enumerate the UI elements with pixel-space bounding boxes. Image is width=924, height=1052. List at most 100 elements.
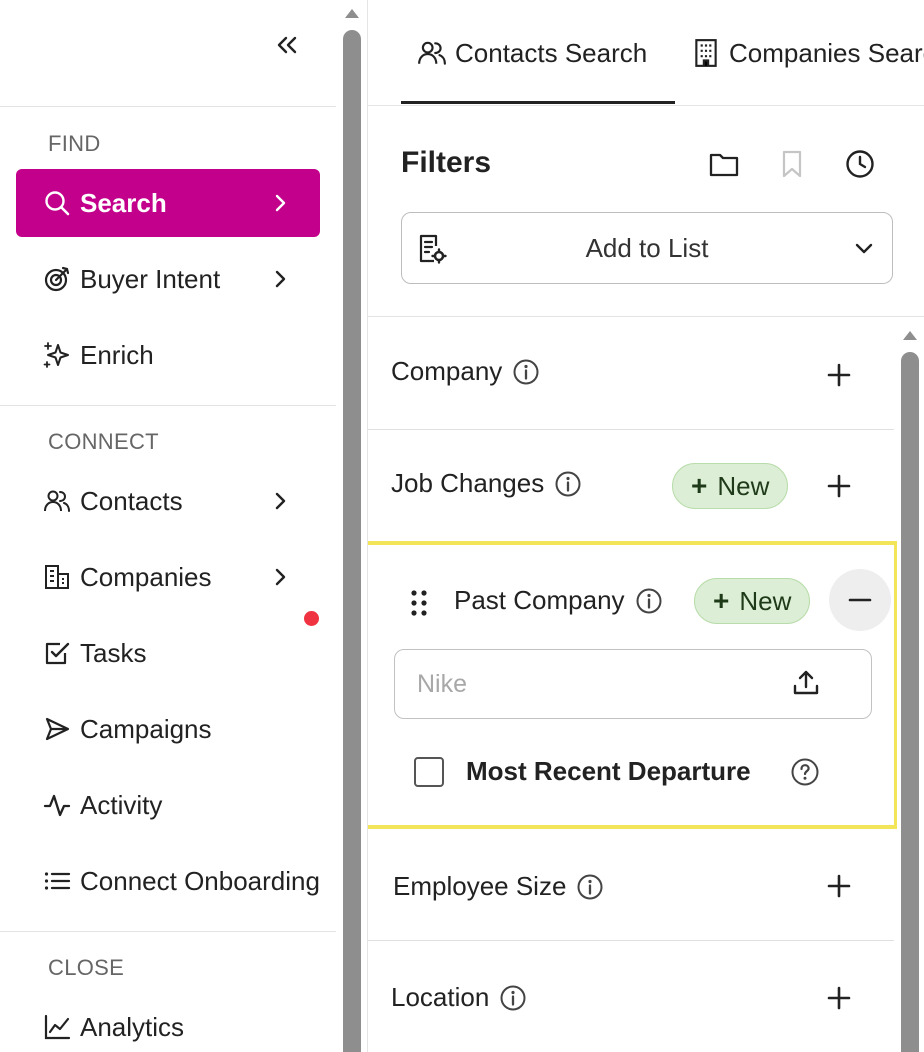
building-icon [691,38,721,68]
search-history-button[interactable] [842,146,878,182]
search-icon [42,188,72,218]
sidebar-item-connect-onboarding[interactable]: Connect Onboarding [16,847,320,915]
new-badge-label: New [739,585,792,616]
sidebar-item-label: Connect Onboarding [80,865,320,896]
collapse-sidebar-button[interactable] [272,30,302,60]
filters-title: Filters [401,146,492,179]
filter-row-location[interactable]: Location [368,942,894,1052]
filters-scrollbar-thumb[interactable] [901,352,919,1052]
sidebar-item-label: Companies [80,561,212,592]
scroll-up-arrow-icon[interactable] [901,326,919,344]
plus-icon [827,986,851,1010]
sidebar-divider [0,931,336,932]
filter-label: Company [391,356,503,386]
saved-searches-folder-button[interactable] [706,146,742,182]
bookmark-search-button[interactable] [774,146,810,182]
chevron-right-icon [275,270,286,288]
list-icon [42,866,72,896]
chevron-down-icon [855,243,873,254]
double-chevron-left-icon [277,36,297,54]
sidebar-item-label: Search [80,187,167,218]
sidebar-item-label: Tasks [80,637,147,668]
minus-icon [848,598,872,602]
sidebar-item-label: Analytics [80,1011,185,1042]
filter-name: Employee Size [393,871,604,902]
sidebar-item-tasks[interactable]: Tasks [16,619,320,687]
info-icon[interactable] [499,984,527,1012]
filter-name: Company [391,356,540,387]
sidebar-divider [0,405,336,406]
add-location-filter-button[interactable] [820,979,858,1017]
filter-label: Past Company [454,585,625,615]
add-job-changes-filter-button[interactable] [820,467,858,505]
help-icon[interactable] [790,757,820,787]
active-tab-indicator [401,101,675,104]
section-label-find: FIND [48,131,101,156]
remove-past-company-filter-button[interactable] [829,569,891,631]
tab-label: Companies Search [729,37,924,68]
sidebar-scrollbar-thumb[interactable] [343,30,361,1052]
plus-icon [827,363,851,387]
chevron-right-icon [275,194,286,212]
plus-icon: + [713,585,730,616]
add-employee-size-filter-button[interactable] [820,867,858,905]
tab-companies-search[interactable]: Companies Search [691,30,924,76]
filter-row-company[interactable]: Company [368,320,894,430]
sidebar-item-label: Enrich [80,339,154,370]
building-icon [42,562,72,592]
sidebar-item-label: Contacts [80,485,183,516]
sidebar-item-analytics[interactable]: Analytics [16,993,320,1052]
past-company-field [394,649,872,719]
filter-label: Employee Size [393,871,567,901]
activity-pulse-icon [42,790,72,820]
info-icon[interactable] [635,587,663,615]
sidebar-item-label: Campaigns [80,713,212,744]
search-tabs: Contacts Search Companies Search [368,0,924,106]
new-badge[interactable]: + New [694,578,811,624]
plus-icon: + [691,470,708,501]
sidebar-item-buyer-intent[interactable]: Buyer Intent [16,245,320,313]
add-to-list-label: Add to List [585,232,709,263]
drag-handle-icon[interactable] [410,589,428,617]
past-company-input[interactable] [417,668,777,700]
most-recent-departure-checkbox[interactable] [414,757,444,787]
info-icon[interactable] [576,873,604,901]
plus-icon [827,874,851,898]
sparkle-icon [42,340,72,370]
filter-name: Job Changes [391,468,582,499]
sidebar-scrollbar[interactable] [341,0,367,1052]
filter-row-employee-size[interactable]: Employee Size [368,831,894,941]
filters-divider [368,316,924,317]
upload-icon[interactable] [791,668,821,698]
sidebar-item-search[interactable]: Search [16,169,320,237]
filter-name: Location [391,982,527,1013]
sidebar-item-campaigns[interactable]: Campaigns [16,695,320,763]
sidebar-item-enrich[interactable]: Enrich [16,321,320,389]
target-icon [42,264,72,294]
tab-contacts-search[interactable]: Contacts Search [417,30,647,76]
info-icon[interactable] [512,358,540,386]
tabs-divider [368,105,924,106]
search-panel: Contacts Search Companies Search Filters… [367,0,924,1052]
filter-label: Job Changes [391,468,545,498]
checkbox-task-icon [42,638,72,668]
row-divider [368,940,894,941]
section-label-connect: CONNECT [48,429,159,454]
filters-scrollbar[interactable] [897,320,924,1052]
filter-row-job-changes[interactable]: Job Changes + New [368,430,894,540]
scroll-up-arrow-icon[interactable] [343,4,361,22]
add-company-filter-button[interactable] [820,356,858,394]
plus-icon [827,474,851,498]
new-badge-label: New [717,470,770,501]
add-to-list-dropdown[interactable]: Add to List [401,212,893,284]
new-badge[interactable]: + New [672,463,789,509]
sidebar-item-companies[interactable]: Companies [16,543,320,611]
sidebar: FIND Search Buyer Intent Enrich CONNECT … [0,0,340,1052]
filter-row-past-company: Past Company + New Most Recent Departure [368,541,898,829]
history-clock-icon [846,150,874,178]
info-icon[interactable] [554,470,582,498]
chevron-right-icon [275,568,286,586]
sidebar-divider [0,106,336,107]
sidebar-item-contacts[interactable]: Contacts [16,467,320,535]
sidebar-item-activity[interactable]: Activity [16,771,320,839]
